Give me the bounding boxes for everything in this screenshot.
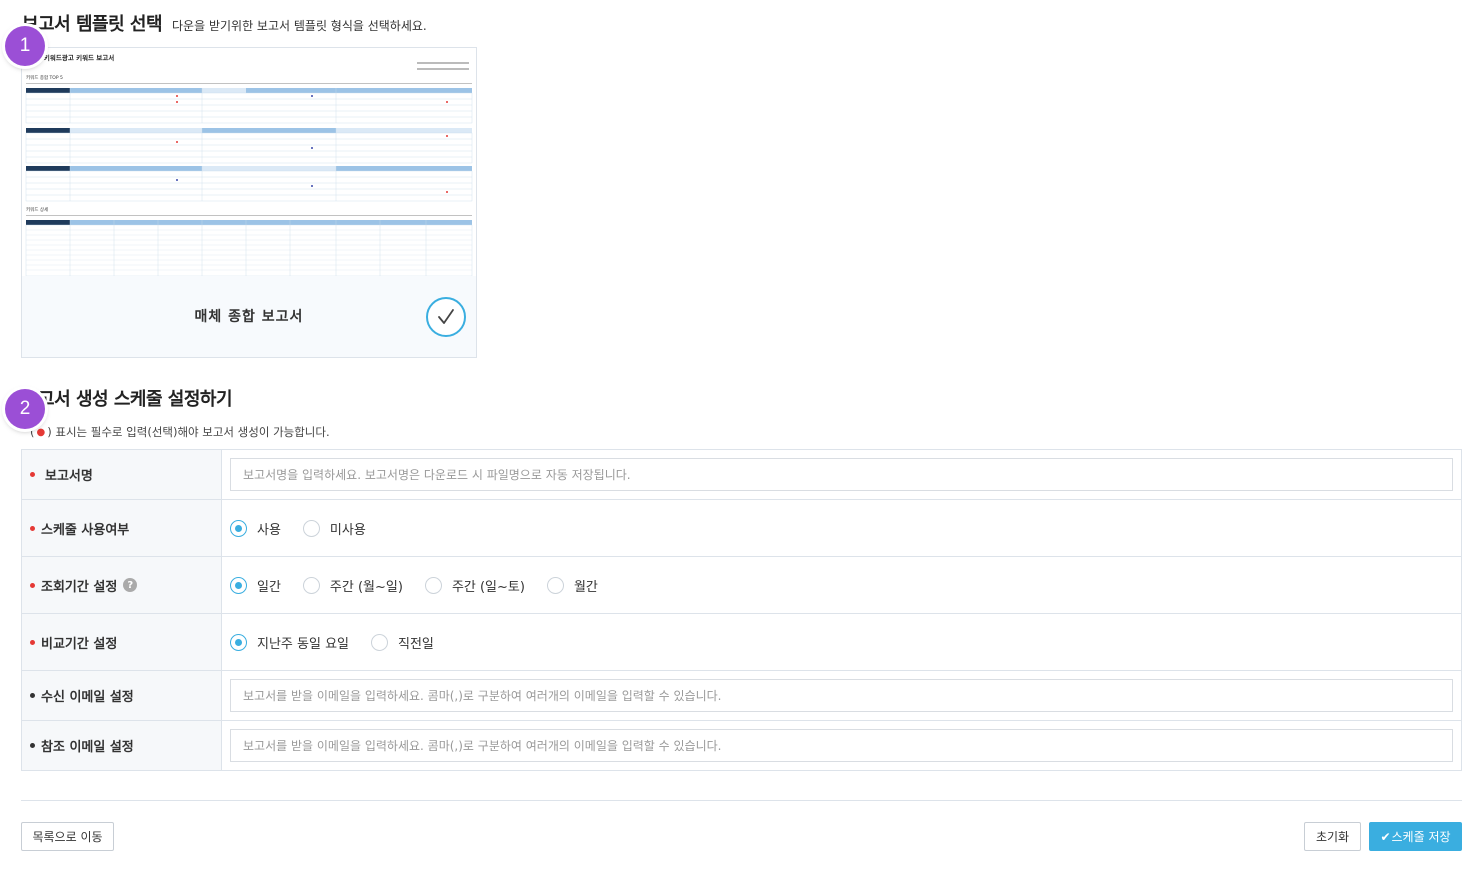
form-label-cc-email: 참조 이메일 설정 <box>22 721 222 770</box>
radio-period-daily[interactable]: 일간 <box>230 576 281 595</box>
section2-title: 보고서 생성 스케줄 설정하기 <box>22 389 233 410</box>
form-row-compare-period: 비교기간 설정 지난주 동일 요일 직전일 <box>22 614 1461 671</box>
radio-period-weekly-mon[interactable]: 주간 (월~일) <box>302 576 403 595</box>
radio-compare-last-week[interactable]: 지난주 동일 요일 <box>230 633 349 652</box>
schedule-form: 보고서명 보고서명을 입력하세요. 보고서명은 다운로드 시 파일명으로 자동 … <box>21 449 1462 771</box>
radio-empty-icon[interactable] <box>302 576 320 594</box>
form-value-schedule-use: 사용 미사용 <box>222 500 1461 556</box>
radio-selected-icon[interactable] <box>230 576 247 594</box>
note-text: ) 표시는 필수로 입력(선택)해야 보고서 생성이 가능합니다. <box>47 425 330 439</box>
schedule-use-label: 스케줄 사용여부 <box>41 522 130 538</box>
save-schedule-label: 스케줄 저장 <box>1391 830 1451 844</box>
radio-empty-icon[interactable] <box>424 576 442 594</box>
check-mark <box>438 309 454 324</box>
save-schedule-button[interactable]: ✔ 스케줄 저장 <box>1369 822 1462 851</box>
radio-label: 주간 (월~일) <box>329 579 403 595</box>
form-label-report-name: 보고서명 <box>22 450 222 499</box>
step-marker-1: 1 <box>5 26 45 66</box>
radio-label: 주간 (일~토) <box>451 579 525 595</box>
form-row-schedule-use: 스케줄 사용여부 사용 미사용 <box>22 500 1461 557</box>
form-value-query-period: 일간 주간 (월~일) 주간 (일~토) 월간 <box>222 557 1461 613</box>
form-row-report-name: 보고서명 보고서명을 입력하세요. 보고서명은 다운로드 시 파일명으로 자동 … <box>22 450 1461 500</box>
radio-label: 일간 <box>257 579 281 595</box>
required-dot-icon: ● <box>36 426 46 438</box>
preview-title: ○ 키워드광고 키워드 보고서 <box>36 53 114 62</box>
cc-email-input[interactable]: 보고서를 받을 이메일을 입력하세요. 콤마(,)로 구분하여 여러개의 이메일… <box>230 729 1453 762</box>
step-marker-2: 2 <box>5 389 45 429</box>
preview-section-a: 키워드 종합 TOP 5 <box>26 74 63 81</box>
report-name-label: 보고서명 <box>45 469 93 484</box>
optional-dot-icon <box>30 743 35 748</box>
selected-check-icon[interactable] <box>426 297 466 337</box>
required-dot-icon <box>30 582 35 588</box>
form-value-recipient-email: 보고서를 받을 이메일을 입력하세요. 콤마(,)로 구분하여 여러개의 이메일… <box>222 671 1461 720</box>
report-preview-image: ○ 키워드광고 키워드 보고서 키워드 종합 TOP 5 키워드 상세 <box>22 48 476 276</box>
template-card-label: 매체 종합 보고서 <box>194 309 304 325</box>
radio-selected-icon[interactable] <box>230 633 247 651</box>
radio-schedule-use-off[interactable]: 미사용 <box>302 519 366 538</box>
back-to-list-button[interactable]: 목록으로 이동 <box>21 822 114 851</box>
required-note: ( ● ) 표시는 필수로 입력(선택)해야 보고서 생성이 가능합니다. <box>30 424 330 440</box>
query-period-radio-group: 일간 주간 (월~일) 주간 (일~토) 월간 <box>230 576 620 595</box>
reset-button[interactable]: 초기화 <box>1304 822 1361 851</box>
recipient-email-input[interactable]: 보고서를 받을 이메일을 입력하세요. 콤마(,)로 구분하여 여러개의 이메일… <box>230 679 1453 712</box>
form-value-report-name: 보고서명을 입력하세요. 보고서명은 다운로드 시 파일명으로 자동 저장됩니다… <box>222 450 1461 499</box>
form-row-recipient-email: 수신 이메일 설정 보고서를 받을 이메일을 입력하세요. 콤마(,)로 구분하… <box>22 671 1461 721</box>
template-preview-thumbnail: ○ 키워드광고 키워드 보고서 키워드 종합 TOP 5 키워드 상세 <box>22 48 476 276</box>
radio-compare-previous-day[interactable]: 직전일 <box>371 633 434 652</box>
form-row-query-period: 조회기간 설정 ? 일간 주간 (월~일) 주간 (일~토) 월간 <box>22 557 1461 614</box>
compare-period-radio-group: 지난주 동일 요일 직전일 <box>230 633 456 652</box>
question-icon[interactable]: ? <box>123 578 138 592</box>
form-label-recipient-email: 수신 이메일 설정 <box>22 671 222 720</box>
form-row-cc-email: 참조 이메일 설정 보고서를 받을 이메일을 입력하세요. 콤마(,)로 구분하… <box>22 721 1461 771</box>
radio-period-monthly[interactable]: 월간 <box>546 576 598 595</box>
query-period-label: 조회기간 설정 <box>41 579 118 595</box>
radio-selected-icon[interactable] <box>230 519 247 537</box>
radio-label: 사용 <box>257 522 281 538</box>
radio-period-weekly-sun[interactable]: 주간 (일~토) <box>424 576 525 595</box>
optional-dot-icon <box>30 693 35 698</box>
radio-empty-icon[interactable] <box>371 633 388 651</box>
radio-schedule-use-on[interactable]: 사용 <box>230 519 281 538</box>
check-icon: ✔ <box>1380 829 1391 844</box>
required-dot-icon <box>30 525 35 531</box>
template-card-media-summary[interactable]: ○ 키워드광고 키워드 보고서 키워드 종합 TOP 5 키워드 상세 매체 종… <box>21 47 477 358</box>
radio-label: 미사용 <box>329 522 366 538</box>
section1-subtitle: 다운을 받기위한 보고서 템플릿 형식을 선택하세요. <box>172 19 427 33</box>
radio-label: 월간 <box>573 579 598 595</box>
section1-title: 보고서 템플릿 선택 <box>22 14 163 35</box>
radio-empty-icon[interactable] <box>302 519 320 537</box>
section1-header: 보고서 템플릿 선택 다운을 받기위한 보고서 템플릿 형식을 선택하세요. <box>22 10 427 36</box>
schedule-use-radio-group: 사용 미사용 <box>230 519 388 538</box>
form-label-query-period: 조회기간 설정 ? <box>22 557 222 613</box>
required-dot-icon <box>30 639 35 645</box>
footer-divider <box>21 800 1462 801</box>
radio-empty-icon[interactable] <box>546 576 564 594</box>
recipient-email-label: 수신 이메일 설정 <box>41 690 134 705</box>
form-value-cc-email: 보고서를 받을 이메일을 입력하세요. 콤마(,)로 구분하여 여러개의 이메일… <box>222 721 1461 770</box>
form-value-compare-period: 지난주 동일 요일 직전일 <box>222 614 1461 670</box>
compare-period-label: 비교기간 설정 <box>41 636 118 652</box>
report-name-input[interactable]: 보고서명을 입력하세요. 보고서명은 다운로드 시 파일명으로 자동 저장됩니다… <box>230 458 1453 491</box>
radio-label: 직전일 <box>398 636 434 652</box>
radio-label: 지난주 동일 요일 <box>257 636 349 652</box>
form-label-schedule-use: 스케줄 사용여부 <box>22 500 222 556</box>
preview-section-b: 키워드 상세 <box>26 206 48 213</box>
form-label-compare-period: 비교기간 설정 <box>22 614 222 670</box>
required-dot-icon <box>30 472 35 477</box>
cc-email-label: 참조 이메일 설정 <box>41 740 134 755</box>
